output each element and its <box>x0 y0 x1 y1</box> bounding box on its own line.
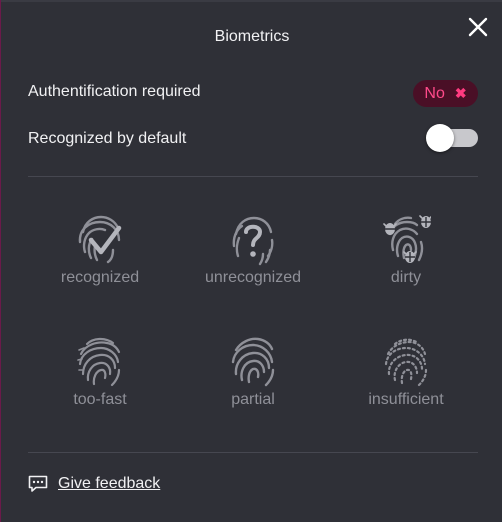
tile-label: recognized <box>60 269 140 286</box>
recognized-default-toggle[interactable] <box>426 124 478 152</box>
tile-label: dirty <box>390 269 422 286</box>
close-icon <box>468 17 488 37</box>
x-mark-icon: ✖ <box>454 85 467 101</box>
give-feedback-link[interactable]: Give feedback <box>28 473 160 495</box>
tile-label: insufficient <box>368 391 444 408</box>
fingerprint-blur-icon <box>77 337 121 387</box>
fingerprint-check-icon <box>78 215 122 264</box>
divider-bottom <box>28 452 478 453</box>
fingerprint-question-icon <box>232 216 274 266</box>
auth-required-badge[interactable]: No ✖ <box>413 80 478 107</box>
tile-partial[interactable]: partial <box>178 332 328 432</box>
tile-label: unrecognized <box>204 269 302 286</box>
feedback-label[interactable]: Give feedback <box>58 475 160 493</box>
tile-recognized[interactable]: recognized <box>25 210 175 310</box>
recognized-default-label: Recognized by default <box>28 130 187 147</box>
tile-label: partial <box>231 391 275 408</box>
divider-top <box>28 176 478 177</box>
fingerprint-dotted-icon <box>384 338 428 387</box>
fingerprint-partial-icon <box>231 337 275 387</box>
auth-required-label: Authentification required <box>28 83 201 100</box>
tile-unrecognized[interactable]: unrecognized <box>178 210 328 310</box>
tile-dirty[interactable]: dirty <box>331 210 481 310</box>
biometrics-dialog: Biometrics Authentification required No … <box>0 0 502 522</box>
toggle-knob <box>426 124 454 152</box>
top-edge <box>1 0 502 2</box>
tile-label: too-fast <box>73 391 127 408</box>
dialog-title: Biometrics <box>214 28 290 45</box>
auth-required-value: No <box>424 84 445 102</box>
comment-icon <box>28 475 48 492</box>
close-button[interactable] <box>465 14 491 40</box>
tile-insufficient[interactable]: insufficient <box>331 332 481 432</box>
fingerprint-bugs-icon <box>383 215 431 263</box>
tile-too-fast[interactable]: too-fast <box>25 332 175 432</box>
